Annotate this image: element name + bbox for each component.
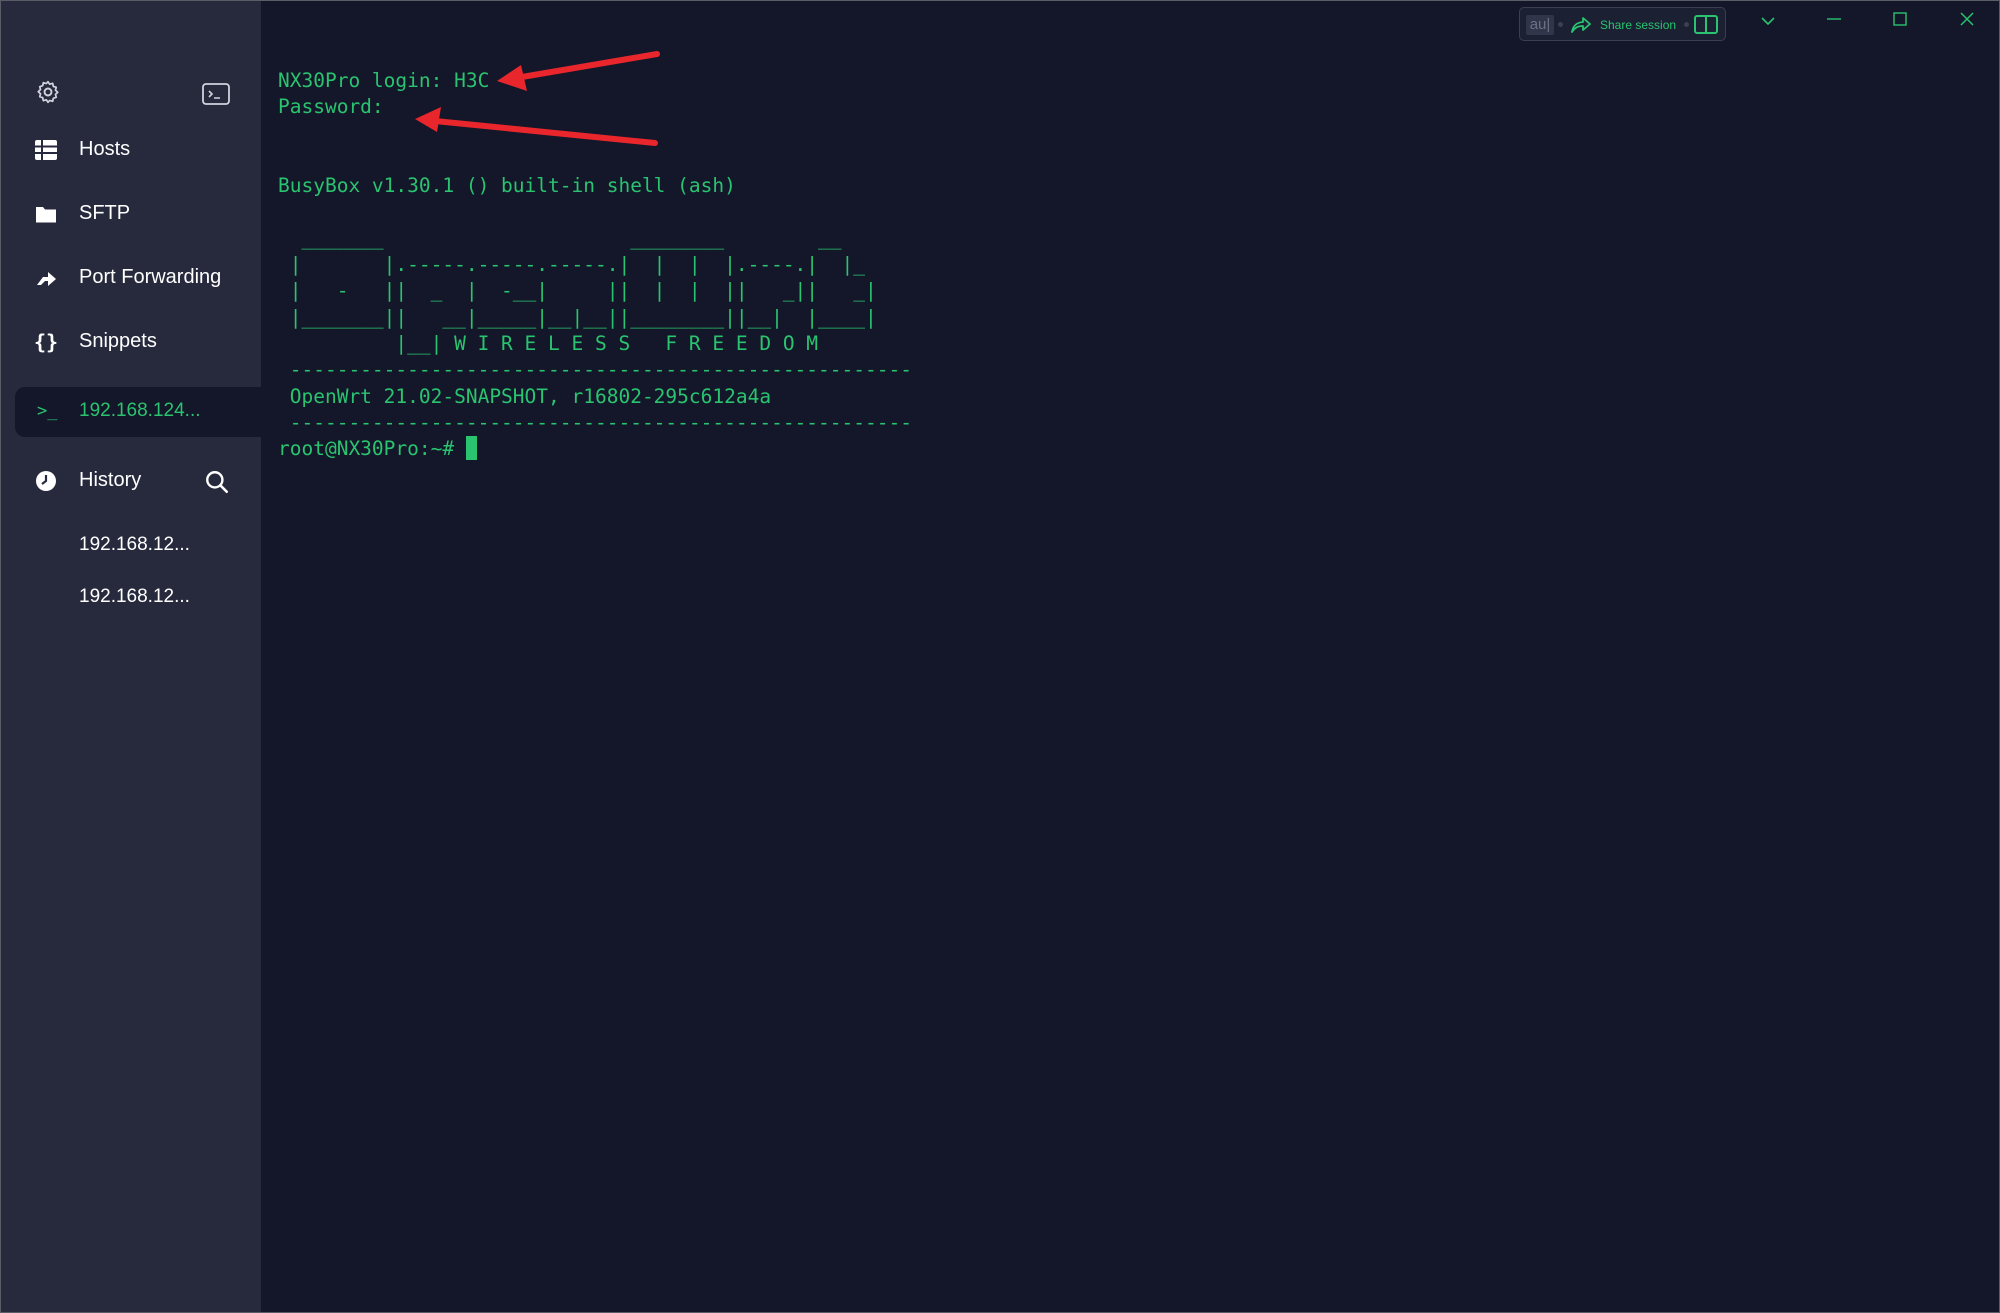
maximize-icon[interactable]	[1880, 7, 1920, 37]
terminal-line: BusyBox v1.30.1 () built-in shell (ash)	[278, 174, 736, 198]
sidebar-item-label: Hosts	[79, 138, 131, 160]
hosts-grid-icon	[35, 140, 57, 160]
terminal-prompt: root@NX30Pro:~#	[278, 437, 466, 461]
terminal-line: _______ ________ __	[278, 226, 842, 250]
session-name-input[interactable]: au|	[1526, 15, 1554, 35]
sidebar-top-bar	[1, 79, 261, 109]
separator-dot	[1558, 22, 1563, 27]
sidebar-item-snippets[interactable]: {} Snippets	[1, 320, 261, 364]
session-label: 192.168.124...	[79, 400, 201, 421]
folder-icon	[36, 207, 56, 223]
sidebar-item-port-forwarding[interactable]: Port Forwarding	[1, 256, 261, 300]
terminal-cursor	[465, 436, 477, 461]
share-arrow-icon	[1571, 17, 1591, 33]
sidebar-item-label: History	[79, 469, 142, 491]
chevron-down-icon[interactable]	[1748, 7, 1788, 37]
terminal-line: | - || _ | -__| || | | || _|| _|	[278, 279, 877, 303]
clock-icon	[36, 471, 56, 491]
app-window: Hosts SFTP Port Forwarding {} Snippets >…	[0, 0, 2000, 1313]
sidebar: Hosts SFTP Port Forwarding {} Snippets >…	[1, 1, 261, 1312]
share-session-button[interactable]: Share session	[1600, 18, 1676, 32]
sidebar-item-sftp[interactable]: SFTP	[1, 192, 261, 236]
search-icon[interactable]	[204, 469, 230, 495]
prompt-icon: >_	[37, 401, 58, 421]
sidebar-item-label: Snippets	[79, 330, 157, 352]
terminal-line: | |.-----.-----.-----.| | | |.----.| |_	[278, 253, 865, 277]
sidebar-item-label: Port Forwarding	[79, 266, 222, 288]
minimize-icon[interactable]	[1814, 7, 1854, 37]
split-view-icon[interactable]	[1694, 15, 1718, 34]
gear-icon[interactable]	[35, 79, 61, 105]
terminal-line: |_______|| __|_____|__|__||________||__|…	[278, 305, 877, 329]
terminal-line: OpenWrt 21.02-SNAPSHOT, r16802-295c612a4…	[278, 384, 772, 408]
terminal-line: Password:	[278, 95, 384, 119]
history-item[interactable]: 192.168.12...	[79, 534, 190, 556]
terminal-icon[interactable]	[202, 83, 230, 105]
terminal-output[interactable]: NX30Pro login: H3C Password: BusyBox v1.…	[278, 68, 1978, 462]
sidebar-item-hosts[interactable]: Hosts	[1, 128, 261, 172]
sidebar-item-active-session[interactable]: >_ 192.168.124...	[15, 387, 261, 437]
share-session-widget: au| Share session	[1519, 7, 1726, 41]
terminal-line: NX30Pro login: H3C	[278, 69, 490, 92]
separator-dot	[1684, 22, 1689, 27]
braces-icon: {}	[34, 330, 59, 354]
port-forward-arrow-icon	[37, 272, 56, 286]
close-icon[interactable]	[1947, 7, 1987, 37]
terminal-line: |__| W I R E L E S S F R E E D O M	[278, 331, 819, 355]
terminal-line: ----------------------------------------…	[278, 410, 912, 434]
terminal-line: ----------------------------------------…	[278, 358, 912, 382]
history-item[interactable]: 192.168.12...	[79, 586, 190, 608]
sidebar-item-label: SFTP	[79, 202, 131, 224]
